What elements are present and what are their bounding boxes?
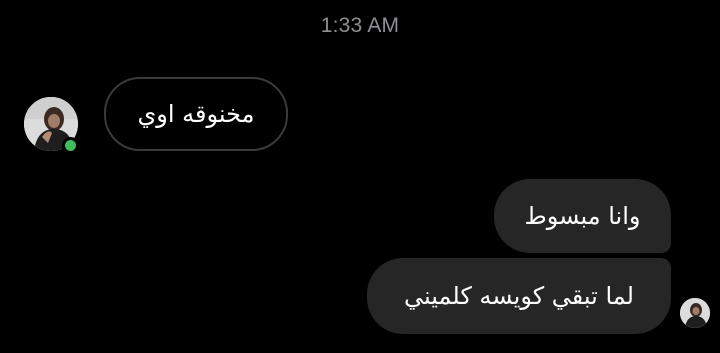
outgoing-message-bubble[interactable]: وانا مبسوط [494, 179, 671, 253]
message-timestamp: 1:33 AM [320, 14, 400, 37]
incoming-message-bubble[interactable]: مخنوقه اوي [104, 77, 288, 151]
online-status-indicator [62, 137, 79, 154]
message-text: وانا مبسوط [524, 202, 641, 230]
outgoing-message-bubble[interactable]: لما تبقي كويسه كلميني [367, 258, 671, 334]
read-receipt-avatar [680, 298, 710, 328]
profile-photo-icon [680, 298, 710, 328]
message-text: مخنوقه اوي [137, 100, 255, 128]
message-text: لما تبقي كويسه كلميني [404, 282, 634, 310]
